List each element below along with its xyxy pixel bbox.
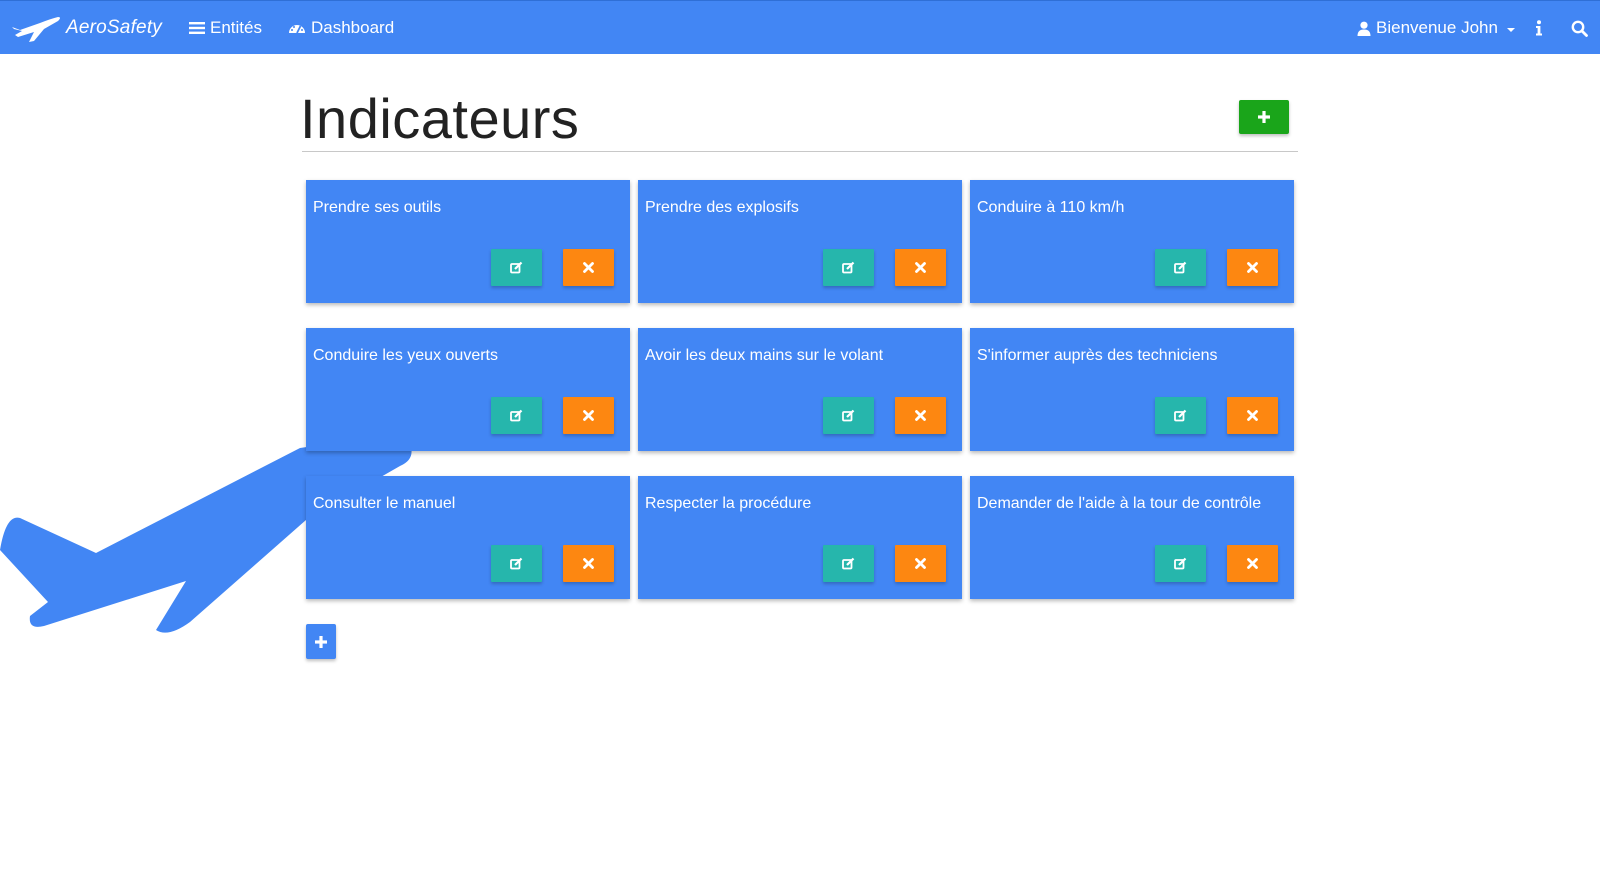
indicator-card: Conduire à 110 km/h — [970, 180, 1294, 303]
indicator-title: Conduire à 110 km/h — [977, 199, 1125, 216]
nav-entities[interactable]: Entités — [189, 1, 262, 55]
indicator-title: Demander de l'aide à la tour de contrôle — [977, 495, 1262, 512]
delete-button[interactable] — [1227, 249, 1278, 286]
indicator-title: Consulter le manuel — [313, 495, 456, 512]
indicator-title: Prendre ses outils — [313, 199, 442, 216]
indicator-title: Respecter la procédure — [645, 495, 812, 512]
chevron-down-icon — [1506, 27, 1515, 32]
airplane-logo-icon — [12, 17, 60, 42]
indicator-card: Respecter la procédure — [638, 476, 962, 599]
title-divider — [302, 151, 1298, 152]
close-icon — [583, 410, 594, 421]
brand-name: AeroSafety — [66, 17, 162, 38]
delete-button[interactable] — [895, 249, 946, 286]
close-icon — [1247, 410, 1258, 421]
tachometer-icon — [289, 25, 305, 34]
search-button[interactable] — [1571, 1, 1588, 55]
delete-button[interactable] — [1227, 545, 1278, 582]
close-icon — [915, 410, 926, 421]
edit-button[interactable] — [823, 397, 874, 434]
nav-dashboard-label: Dashboard — [311, 18, 395, 37]
add-indicator-button[interactable] — [1239, 100, 1289, 134]
nav-entities-label: Entités — [210, 18, 262, 37]
delete-button[interactable] — [1227, 397, 1278, 434]
edit-icon — [842, 557, 855, 570]
edit-icon — [1174, 261, 1187, 274]
edit-icon — [1174, 557, 1187, 570]
indicator-title: Avoir les deux mains sur le volant — [645, 347, 884, 364]
edit-icon — [510, 409, 523, 422]
edit-button[interactable] — [823, 545, 874, 582]
indicator-card: Avoir les deux mains sur le volant — [638, 328, 962, 451]
indicator-card: Prendre ses outils — [306, 180, 630, 303]
edit-icon — [1174, 409, 1187, 422]
page-title: Indicateurs — [300, 87, 580, 150]
indicator-card: Prendre des explosifs — [638, 180, 962, 303]
delete-button[interactable] — [563, 249, 614, 286]
search-icon — [1571, 20, 1588, 37]
close-icon — [915, 558, 926, 569]
user-menu[interactable]: Bienvenue John — [1357, 1, 1515, 55]
edit-button[interactable] — [491, 397, 542, 434]
close-icon — [583, 262, 594, 273]
delete-button[interactable] — [563, 397, 614, 434]
edit-icon — [510, 557, 523, 570]
bars-icon — [189, 22, 205, 34]
add-indicator-bottom-button[interactable] — [306, 624, 336, 659]
top-navbar: AeroSafety Entités Dashboard Bienvenue J… — [0, 0, 1600, 54]
indicator-card: S'informer auprès des techniciens — [970, 328, 1294, 451]
edit-button[interactable] — [1155, 397, 1206, 434]
edit-button[interactable] — [1155, 545, 1206, 582]
edit-button[interactable] — [491, 545, 542, 582]
indicator-title: Conduire les yeux ouverts — [313, 347, 498, 364]
brand[interactable]: AeroSafety — [10, 11, 162, 45]
info-icon — [1536, 20, 1542, 36]
user-menu-label: Bienvenue John — [1376, 18, 1498, 37]
info-button[interactable] — [1535, 1, 1543, 55]
indicator-card: Consulter le manuel — [306, 476, 630, 599]
edit-button[interactable] — [1155, 249, 1206, 286]
edit-button[interactable] — [491, 249, 542, 286]
plus-icon — [1258, 111, 1270, 123]
indicator-title: S'informer auprès des techniciens — [977, 347, 1218, 364]
nav-dashboard[interactable]: Dashboard — [288, 1, 394, 55]
delete-button[interactable] — [895, 397, 946, 434]
delete-button[interactable] — [895, 545, 946, 582]
edit-button[interactable] — [823, 249, 874, 286]
close-icon — [1247, 558, 1258, 569]
indicator-card: Demander de l'aide à la tour de contrôle — [970, 476, 1294, 599]
indicator-title: Prendre des explosifs — [645, 199, 799, 216]
user-icon — [1357, 21, 1371, 36]
edit-icon — [510, 261, 523, 274]
plus-icon — [315, 635, 327, 648]
edit-icon — [842, 409, 855, 422]
indicator-card: Conduire les yeux ouverts — [306, 328, 630, 451]
edit-icon — [842, 261, 855, 274]
delete-button[interactable] — [563, 545, 614, 582]
close-icon — [583, 558, 594, 569]
close-icon — [915, 262, 926, 273]
close-icon — [1247, 262, 1258, 273]
